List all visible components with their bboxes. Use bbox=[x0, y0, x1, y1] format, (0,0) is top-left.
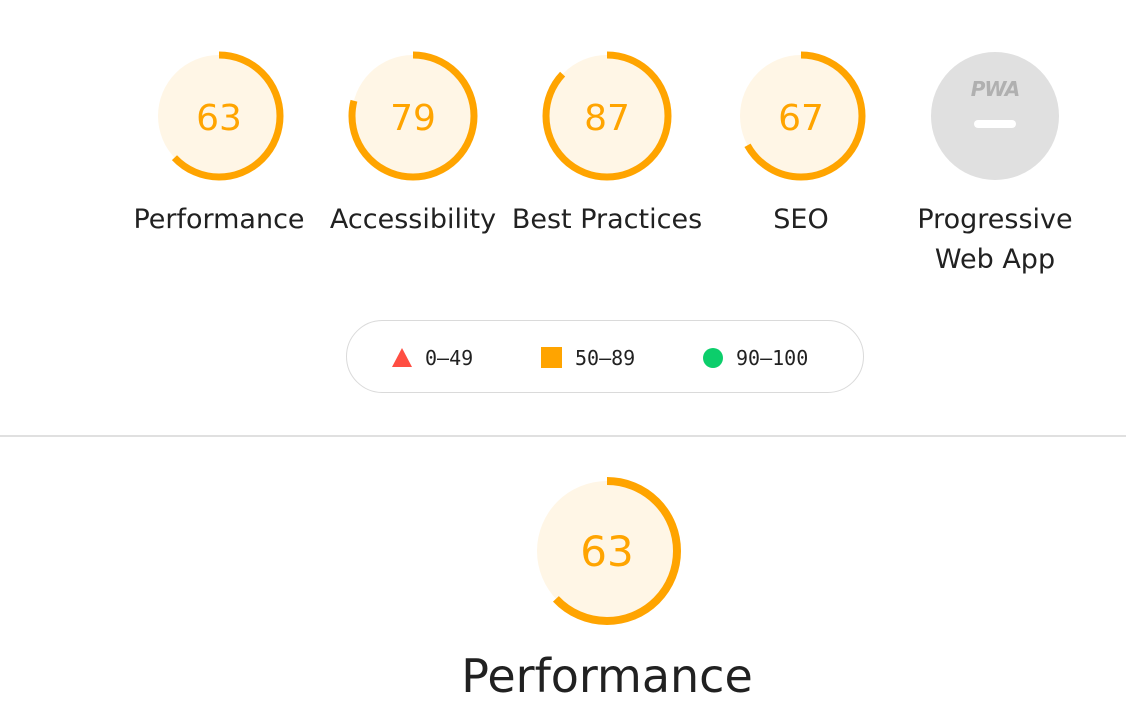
gauge-performance[interactable]: 63 Performance bbox=[122, 51, 316, 240]
legend-fail: 0–49 bbox=[392, 321, 473, 394]
gauge-performance-ring: 63 bbox=[154, 51, 284, 181]
legend-fail-range: 0–49 bbox=[425, 345, 474, 370]
gauge-accessibility-score: 79 bbox=[390, 98, 436, 139]
pwa-badge: PWA bbox=[971, 77, 1019, 101]
gauge-best-practices-score: 87 bbox=[584, 98, 630, 139]
gauge-accessibility-label: Accessibility bbox=[329, 204, 497, 235]
category-performance-gauge: 63 bbox=[533, 477, 681, 625]
category-performance-title: Performance bbox=[461, 649, 753, 703]
category-performance-score: 63 bbox=[580, 527, 633, 576]
pwa-icon: PWA bbox=[931, 52, 1059, 180]
triangle-icon bbox=[392, 348, 412, 367]
legend-average-range: 50–89 bbox=[575, 345, 636, 370]
gauge-pwa[interactable]: PWA Progressive Web App bbox=[898, 51, 1092, 280]
gauge-seo[interactable]: 67 SEO bbox=[704, 51, 898, 240]
circle-icon bbox=[703, 347, 723, 368]
section-divider bbox=[0, 435, 1126, 437]
legend-average: 50–89 bbox=[541, 321, 635, 394]
gauge-seo-label: SEO bbox=[773, 204, 829, 235]
gauge-seo-score: 67 bbox=[778, 98, 824, 139]
gauge-seo-ring: 67 bbox=[736, 51, 866, 181]
legend-pass-range: 90–100 bbox=[736, 345, 809, 370]
legend-pass: 90–100 bbox=[703, 321, 808, 394]
pwa-dash bbox=[974, 120, 1016, 128]
gauge-best-practices-label: Best Practices bbox=[511, 204, 703, 235]
gauge-pwa-label: Progressive Web App bbox=[917, 204, 1073, 275]
square-icon bbox=[541, 347, 562, 368]
gauge-accessibility-ring: 79 bbox=[348, 51, 478, 181]
gauge-accessibility[interactable]: 79 Accessibility bbox=[316, 51, 510, 240]
lighthouse-report: 63 Performance 79 Accessibility 87 Best … bbox=[0, 0, 1126, 713]
gauge-best-practices-ring: 87 bbox=[542, 51, 672, 181]
score-scale-legend: 0–49 50–89 90–100 bbox=[346, 320, 864, 393]
gauge-best-practices[interactable]: 87 Best Practices bbox=[510, 51, 704, 240]
gauge-performance-score: 63 bbox=[196, 98, 242, 139]
gauge-performance-label: Performance bbox=[133, 204, 305, 235]
